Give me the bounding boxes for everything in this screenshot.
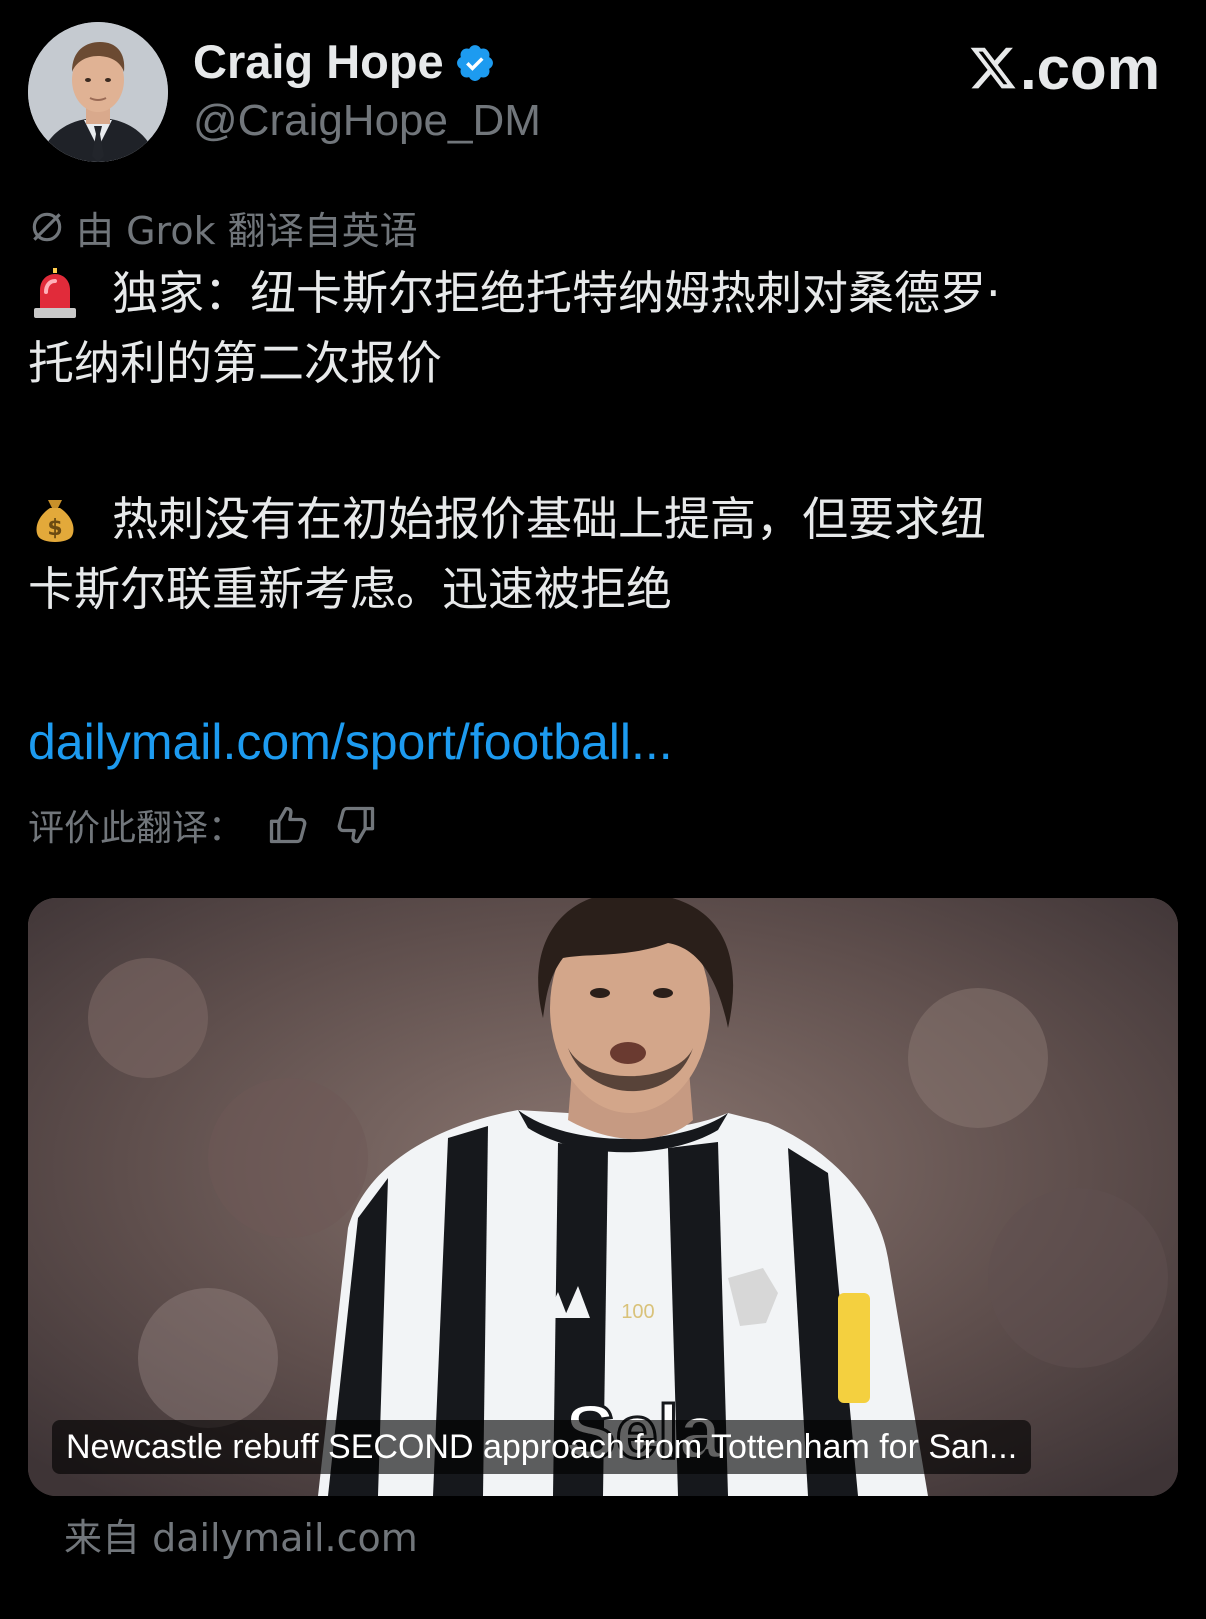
thumbs-up-icon [269, 806, 307, 844]
avatar-image [28, 22, 168, 162]
article-link[interactable]: dailymail.com/sport/football... [28, 712, 673, 772]
siren-emoji [28, 266, 82, 320]
link-preview-card[interactable]: 100 Sela Newcastle rebuff SECOND approac… [28, 898, 1178, 1496]
author-name[interactable]: Craig Hope [193, 34, 444, 90]
rate-translation-label: 评价此翻译： [28, 808, 245, 849]
article-image: 100 Sela [28, 898, 1178, 1496]
verified-badge-icon [457, 45, 493, 81]
tweet-text: 热刺没有在初始报价基础上提高，但要求纽 [112, 492, 986, 546]
x-logo-icon [970, 47, 1016, 89]
tweet-text-line: 卡斯尔联重新考虑。迅速被拒绝 [28, 558, 672, 620]
card-title: Newcastle rebuff SECOND approach from To… [52, 1420, 1032, 1474]
thumbs-down-button[interactable] [332, 801, 380, 849]
tweet-text: 独家：纽卡斯尔拒绝托特纳姆热刺对桑德罗· [112, 266, 1001, 320]
tweet-text-line: $ 热刺没有在初始报价基础上提高，但要求纽 [28, 488, 986, 550]
translation-note-text: 由 Grok 翻译自英语 [76, 208, 418, 253]
shirt-number: 100 [621, 1301, 654, 1323]
thumbs-up-button[interactable] [264, 801, 312, 849]
svg-text:$: $ [47, 516, 62, 541]
author-handle[interactable]: @CraigHope_DM [193, 94, 541, 148]
tweet-text: 卡斯尔联重新考虑。迅速被拒绝 [28, 562, 672, 616]
logo-text: .com [1020, 34, 1161, 102]
grok-icon [32, 212, 62, 242]
card-source[interactable]: 来自 dailymail.com [64, 1512, 418, 1564]
tweet-text: 托纳利的第二次报价 [28, 336, 442, 390]
tweet-text-line: 托纳利的第二次报价 [28, 332, 442, 394]
tweet-text-line: 独家：纽卡斯尔拒绝托特纳姆热刺对桑德罗· [28, 262, 1001, 324]
x-com-logo: .com [968, 34, 1161, 102]
translation-note: 由 Grok 翻译自英语 [28, 202, 418, 253]
thumbs-down-icon [337, 806, 375, 844]
author-avatar[interactable] [28, 22, 168, 162]
money-bag-emoji: $ [28, 492, 82, 546]
rate-translation-row: 评价此翻译： [28, 798, 380, 852]
